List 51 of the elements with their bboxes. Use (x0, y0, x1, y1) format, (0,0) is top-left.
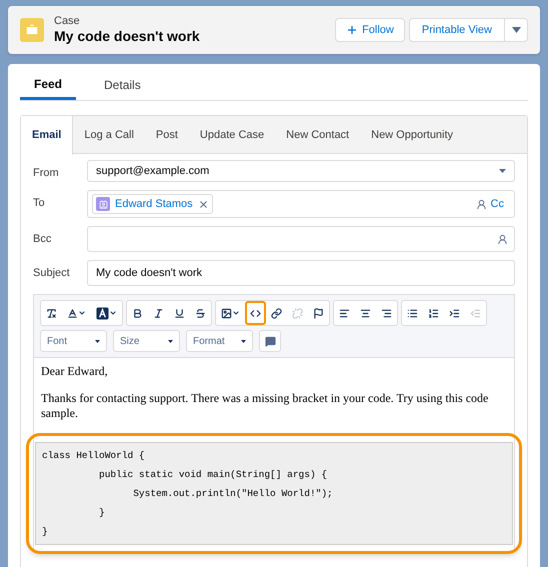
record-tab[interactable]: Feed (20, 70, 76, 100)
field-label: From (33, 166, 60, 181)
format-dropdown[interactable]: Font (40, 330, 107, 352)
contact-lookup-icon[interactable] (476, 198, 487, 210)
bcc-field[interactable] (87, 226, 515, 252)
code-line: } (42, 525, 49, 539)
caret-icon (499, 169, 506, 173)
caret-icon (95, 340, 100, 342)
action-tab[interactable]: Update Case (188, 116, 276, 155)
code-line: } (98, 506, 106, 520)
caret-icon (232, 309, 240, 317)
object-type: Case (54, 15, 81, 27)
body-paragraph: Dear Edward, (41, 364, 109, 379)
follow-button[interactable]: Follow (335, 18, 405, 42)
briefcase-icon (20, 18, 44, 42)
code-line: public static void main(String[] args) { (98, 468, 328, 482)
field-label: To (33, 196, 46, 211)
format-dropdown[interactable]: Size (113, 330, 180, 352)
action-tab[interactable]: Log a Call (73, 116, 145, 155)
from-select[interactable]: support@example.com (87, 160, 515, 182)
caret-icon (109, 309, 117, 317)
menu-button[interactable] (504, 18, 528, 42)
recipient-pill[interactable]: Edward Stamos (92, 194, 213, 214)
code-button[interactable] (245, 301, 266, 325)
comment-button[interactable] (259, 330, 281, 352)
code-line: class HelloWorld { (42, 449, 146, 463)
plus-icon (346, 24, 358, 36)
printable-view-button[interactable]: Printable View (408, 18, 505, 42)
recipient-name: Edward Stamos (115, 196, 193, 212)
record-title: My code doesn't work (54, 27, 200, 45)
speech-bubble-icon (264, 336, 276, 346)
body-paragraph: Thanks for contacting support. There was a missing bracket in your code. Try using this code sample. (41, 391, 490, 421)
action-tab[interactable]: New Opportunity (360, 116, 464, 155)
record-tab[interactable]: Details (90, 70, 155, 100)
action-tab[interactable]: Email (21, 116, 74, 155)
cc-link[interactable]: Cc (490, 196, 504, 212)
subject-field[interactable]: My code doesn't work (87, 260, 515, 286)
caret-icon (241, 340, 246, 342)
contact-lookup-icon[interactable] (497, 234, 508, 244)
remove-icon[interactable] (198, 198, 209, 210)
format-dropdown[interactable]: Format (186, 330, 253, 352)
code-line: System.out.println("Hello World!"); (132, 487, 334, 501)
caret-icon (512, 27, 520, 33)
contact-icon (96, 197, 110, 211)
field-label: Subject (33, 266, 71, 281)
caret-icon (168, 340, 173, 342)
action-tab[interactable]: Post (144, 116, 189, 155)
caret-icon (78, 309, 86, 317)
action-tab[interactable]: New Contact (275, 116, 360, 155)
to-field[interactable]: Edward Stamos Cc (87, 190, 515, 218)
field-label: Bcc (33, 232, 52, 247)
